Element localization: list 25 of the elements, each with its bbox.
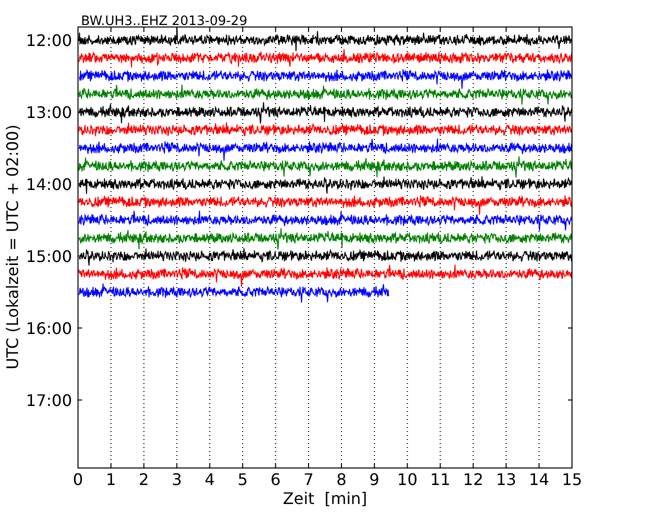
x-tick-label: 11 bbox=[430, 470, 450, 489]
x-tick-label: 15 bbox=[562, 470, 582, 489]
y-axis-label: UTC (Lokalzeit = UTC + 02:00) bbox=[3, 124, 22, 370]
chart-title: BW.UH3..EHZ 2013-09-29 bbox=[81, 14, 248, 29]
x-tick-label: 8 bbox=[336, 470, 347, 489]
x-tick-label: 3 bbox=[172, 470, 182, 489]
x-tick-label: 9 bbox=[369, 470, 380, 489]
x-tick-label: 14 bbox=[528, 470, 550, 489]
x-tick-label: 13 bbox=[496, 470, 516, 489]
x-tick-label: 7 bbox=[303, 470, 314, 489]
x-axis-label: Zeit [min] bbox=[282, 489, 368, 508]
y-tick-label: 16:00 bbox=[26, 319, 72, 338]
y-tick-label: 13:00 bbox=[26, 103, 72, 122]
x-tick-label: 4 bbox=[204, 470, 215, 489]
x-tick-label: 10 bbox=[397, 470, 418, 489]
x-tick-label: 12 bbox=[463, 470, 484, 489]
y-tick-label: 14:00 bbox=[26, 175, 72, 194]
x-tick-label: 6 bbox=[270, 470, 281, 489]
y-tick-label: 17:00 bbox=[26, 391, 72, 410]
x-tick-label: 5 bbox=[238, 470, 248, 489]
x-tick-label: 0 bbox=[72, 470, 84, 489]
y-tick-label: 15:00 bbox=[26, 247, 72, 266]
x-tick-label: 1 bbox=[106, 470, 116, 489]
x-tick-label: 2 bbox=[138, 470, 149, 489]
y-tick-label: 12:00 bbox=[26, 31, 72, 50]
